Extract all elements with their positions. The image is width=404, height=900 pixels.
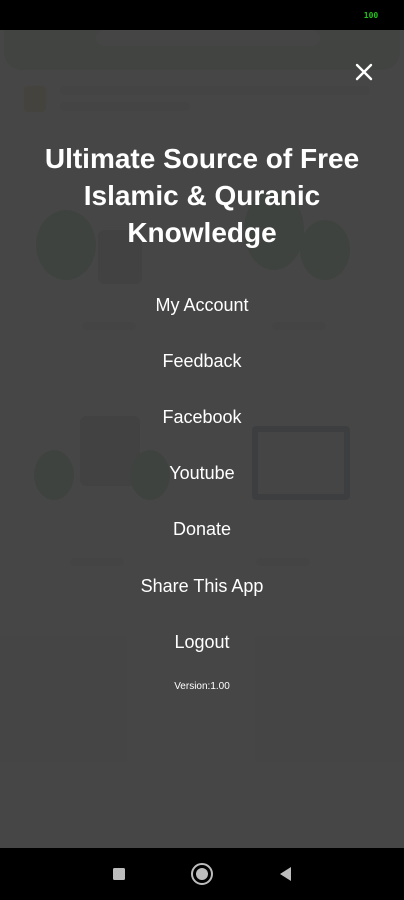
menu-item-my-account[interactable]: My Account [102,283,302,327]
menu-item-facebook[interactable]: Facebook [102,395,302,439]
battery-indicator: 100 [363,11,379,20]
menu-item-donate[interactable]: Donate [102,507,302,551]
menu-item-share-app[interactable]: Share This App [102,564,302,608]
close-icon[interactable] [352,60,376,84]
back-triangle-icon[interactable] [274,862,298,886]
menu-item-feedback[interactable]: Feedback [102,339,302,383]
system-nav-bar [0,848,404,900]
menu-item-youtube[interactable]: Youtube [102,451,302,495]
version-label: Version:1.00 [174,681,230,692]
menu-item-logout[interactable]: Logout [102,620,302,664]
drawer-headline: Ultimate Source of Free Islamic & Qurani… [44,143,360,248]
status-bar: 100 [0,0,404,30]
home-circle-icon[interactable] [190,862,214,886]
recents-square-icon[interactable] [107,862,131,886]
